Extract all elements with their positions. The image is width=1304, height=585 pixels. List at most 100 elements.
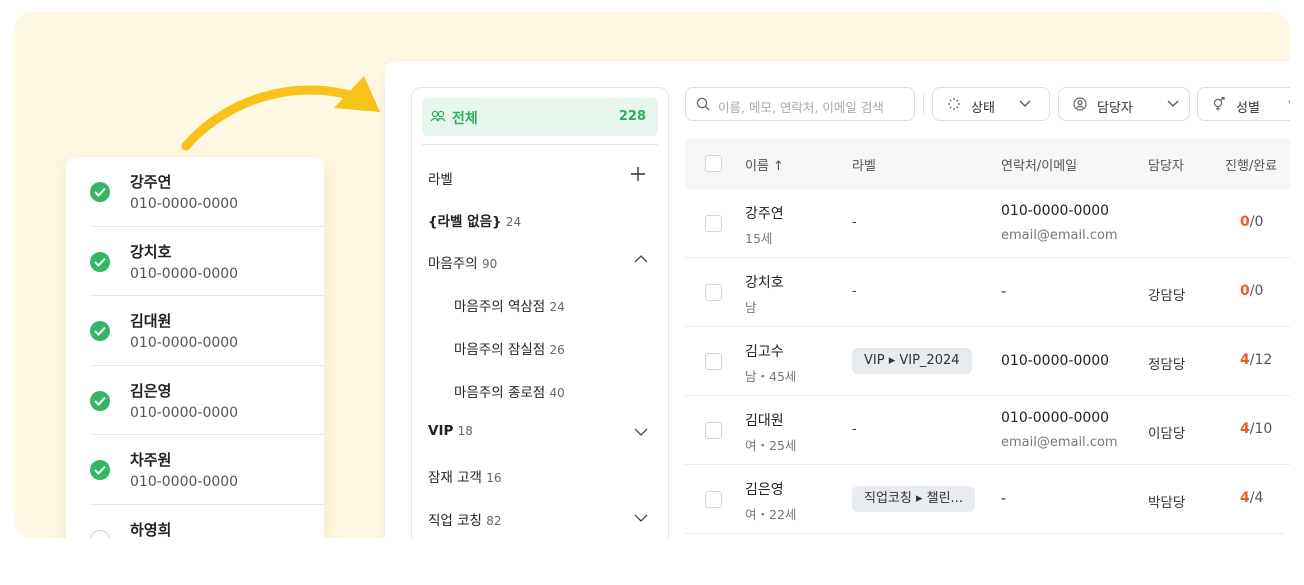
customer-app-panel: 전체 228 라벨 {라벨 없음} 24 마음주의 90 마음주의 역삼점 24… <box>385 61 1290 538</box>
column-header-label[interactable]: 라벨 <box>852 155 876 174</box>
row-checkbox[interactable] <box>705 215 722 232</box>
check-circle-icon[interactable] <box>90 460 110 480</box>
sidebar-item-yeoksam[interactable]: 마음주의 역삼점 24 <box>454 295 565 315</box>
sidebar-item-all[interactable]: 전체 228 <box>422 98 658 136</box>
column-header-manager[interactable]: 담당자 <box>1148 155 1184 174</box>
customer-progress: 0/0 <box>1240 214 1263 230</box>
sidebar-item-career-coaching[interactable]: 직업 코칭 82 <box>428 509 502 529</box>
customer-email: email@email.com <box>1001 228 1118 243</box>
search-icon <box>696 97 710 111</box>
user-circle-icon <box>1073 97 1087 111</box>
column-header-progress[interactable]: 진행/완료 <box>1225 155 1277 174</box>
table-row[interactable]: 김대원 여・25세 - 010-0000-0000 email@email.co… <box>685 396 1290 465</box>
select-all-checkbox[interactable] <box>705 155 722 172</box>
check-circle-icon[interactable] <box>90 390 110 411</box>
customer-label: - <box>852 215 857 230</box>
contact-name: 차주원 <box>130 451 172 469</box>
filter-label: 성별 <box>1236 101 1260 116</box>
sidebar-item-count: 228 <box>618 109 646 124</box>
column-header-contact[interactable]: 연락처/이메일 <box>1001 155 1077 174</box>
progress-done: 4 <box>1240 490 1250 506</box>
contact-item[interactable]: 차주원 010-0000-0000 <box>90 435 324 505</box>
contact-item[interactable]: 강주연 010-0000-0000 <box>90 157 324 227</box>
toolbar-divider <box>923 93 924 115</box>
sidebar-item-label: 전체 <box>452 111 478 127</box>
row-checkbox[interactable] <box>705 491 722 508</box>
customer-name: 김대원 <box>745 413 784 429</box>
customer-progress: 4/4 <box>1240 490 1263 506</box>
contact-name: 김은영 <box>130 381 172 400</box>
table-row[interactable]: 강치호 남 - - 강담당 0/0 <box>685 258 1290 327</box>
customer-label: - <box>852 422 857 437</box>
table-row[interactable]: 김고수 남・45세 VIP ▸ VIP_2024 010-0000-0000 정… <box>685 327 1290 396</box>
sidebar-item-label: 잠재 고객 <box>428 470 482 486</box>
customer-meta: 여・25세 <box>745 438 797 453</box>
progress-done: 4 <box>1240 352 1250 368</box>
customer-phone: 010-0000-0000 <box>1001 203 1110 219</box>
progress-done: 0 <box>1240 283 1250 299</box>
background-stage: 강주연 010-0000-0000 강치호 010-0000-0000 김대원 … <box>14 12 1290 538</box>
table-row[interactable]: 강주연 15세 - 010-0000-0000 email@email.com … <box>685 189 1290 258</box>
chevron-down-icon[interactable] <box>634 513 648 523</box>
customer-manager: 박담당 <box>1148 495 1186 511</box>
customer-manager: 강담당 <box>1148 288 1186 304</box>
check-circle-icon[interactable] <box>90 321 110 341</box>
status-filter-button[interactable]: 상태 <box>932 87 1050 121</box>
search-input[interactable]: 이름, 메모, 연락처, 이메일 검색 <box>685 87 915 121</box>
contact-phone: 010-0000-0000 <box>130 265 239 282</box>
check-circle-icon[interactable] <box>90 251 110 272</box>
sidebar-item-label: {라벨 없음} <box>428 214 502 230</box>
label-tag[interactable]: VIP ▸ VIP_2024 <box>852 348 972 374</box>
filter-label: 상태 <box>971 101 995 116</box>
divider <box>422 144 658 145</box>
sidebar-item-no-label[interactable]: {라벨 없음} 24 <box>428 210 521 230</box>
check-circle-icon[interactable] <box>90 529 110 538</box>
sidebar-item-maeumjuui[interactable]: 마음주의 90 <box>428 252 497 272</box>
contact-name: 하영희 <box>130 520 172 539</box>
customer-manager: 정담당 <box>1148 357 1186 373</box>
sidebar-item-vip[interactable]: VIP 18 <box>428 423 473 439</box>
sidebar-item-label: 마음주의 <box>428 256 478 272</box>
customer-phone: 010-0000-0000 <box>1001 353 1110 369</box>
table-row[interactable]: 김은영 여・22세 직업코칭 ▸ 챌린... - 박담당 4/4 <box>685 465 1290 534</box>
sidebar-item-prospect[interactable]: 잠재 고객 16 <box>428 466 502 486</box>
manager-filter-button[interactable]: 담당자 <box>1058 87 1190 121</box>
contact-list-card: 강주연 010-0000-0000 강치호 010-0000-0000 김대원 … <box>66 157 324 538</box>
gender-filter-button[interactable]: 성별 <box>1197 87 1290 121</box>
sidebar-item-count: 18 <box>457 424 473 438</box>
chevron-down-icon[interactable] <box>634 427 648 437</box>
label-sidebar: 전체 228 라벨 {라벨 없음} 24 마음주의 90 마음주의 역삼점 24… <box>411 87 669 538</box>
row-checkbox[interactable] <box>705 422 722 439</box>
label-tag[interactable]: 직업코칭 ▸ 챌린... <box>852 486 975 512</box>
progress-done: 4 <box>1240 421 1250 437</box>
contact-item[interactable]: 하영희 <box>90 505 324 539</box>
row-checkbox[interactable] <box>705 353 722 370</box>
sidebar-item-count: 16 <box>486 471 502 485</box>
row-checkbox[interactable] <box>705 284 722 301</box>
contact-item[interactable]: 김대원 010-0000-0000 <box>90 296 324 366</box>
sidebar-item-count: 24 <box>505 215 522 229</box>
contact-name: 강주연 <box>130 173 172 191</box>
contact-item[interactable]: 김은영 010-0000-0000 <box>90 366 324 435</box>
chevron-up-icon[interactable] <box>634 254 648 264</box>
label-section-header: 라벨 <box>428 172 453 188</box>
check-circle-icon[interactable] <box>90 182 110 202</box>
sidebar-item-label: 직업 코칭 <box>428 513 482 529</box>
sidebar-item-jamsil[interactable]: 마음주의 잠실점 26 <box>454 338 565 358</box>
sidebar-item-count: 40 <box>549 386 565 400</box>
customer-name: 강치호 <box>745 275 784 291</box>
add-label-icon[interactable] <box>630 166 646 182</box>
contact-name: 강치호 <box>130 242 172 261</box>
contact-phone: 010-0000-0000 <box>130 404 239 421</box>
progress-total: /10 <box>1249 421 1273 437</box>
progress-total: /0 <box>1249 283 1264 299</box>
column-header-name[interactable]: 이름 ↑ <box>745 155 784 174</box>
progress-total: /4 <box>1249 490 1264 506</box>
sidebar-item-jongno[interactable]: 마음주의 종로점 40 <box>454 381 565 401</box>
customer-meta: 15세 <box>745 231 773 246</box>
customer-meta: 여・22세 <box>745 507 797 522</box>
gender-icon <box>1213 97 1225 111</box>
contact-item[interactable]: 강치호 010-0000-0000 <box>90 227 324 296</box>
customer-meta: 남 <box>745 300 757 315</box>
sidebar-item-count: 82 <box>486 514 502 528</box>
